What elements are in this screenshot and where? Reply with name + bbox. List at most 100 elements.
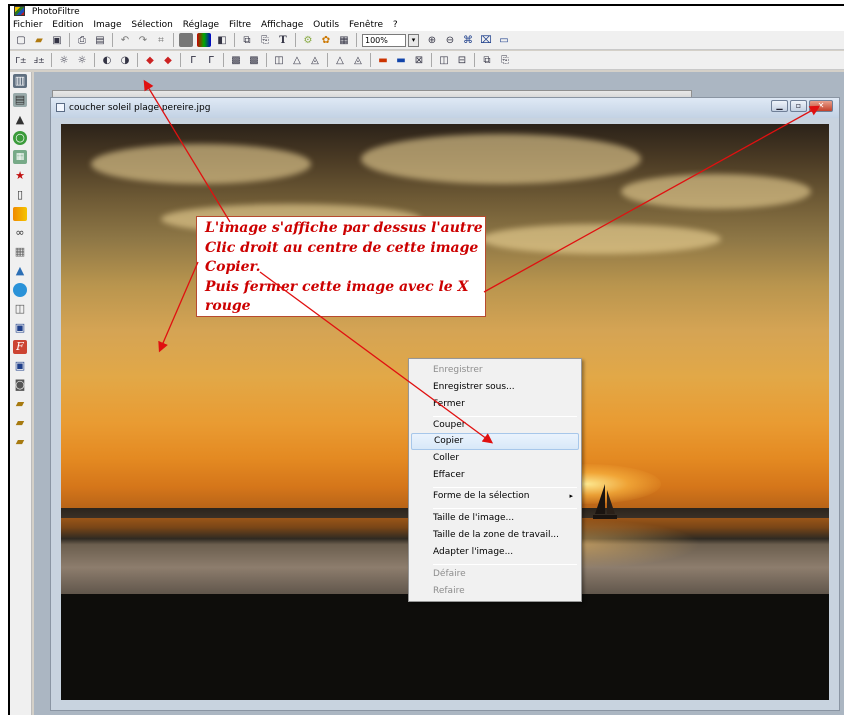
export-icon[interactable]: ◙: [13, 378, 27, 392]
toolbar-separator: [431, 53, 432, 67]
fit-icon[interactable]: ⌘: [461, 33, 475, 47]
toolbar-separator: [180, 53, 181, 67]
rgb-icon[interactable]: [197, 33, 211, 47]
menu-item-refaire[interactable]: Refaire: [411, 583, 579, 600]
fullscreen-icon[interactable]: ⌧: [479, 33, 493, 47]
blur-icon[interactable]: ◫: [272, 53, 286, 67]
saturation-plus-icon[interactable]: ◆: [161, 53, 175, 67]
contrast-minus-icon[interactable]: ◐: [100, 53, 114, 67]
frame-icon[interactable]: ◫: [13, 302, 27, 316]
grid-icon[interactable]: ▦: [13, 150, 27, 164]
color-b-icon[interactable]: ▬: [394, 53, 408, 67]
crop-icon[interactable]: ⌗: [154, 33, 168, 47]
gradient-icon[interactable]: [13, 207, 27, 221]
zoom-field[interactable]: 100%: [362, 33, 406, 47]
window-icon[interactable]: ▦: [337, 33, 351, 47]
mosaic-icon[interactable]: ▦: [13, 245, 27, 259]
plugin-icon[interactable]: ✿: [319, 33, 333, 47]
sharpen-icon[interactable]: △: [290, 53, 304, 67]
saturation-minus-icon[interactable]: ◆: [143, 53, 157, 67]
save-as-icon[interactable]: ▣: [13, 321, 27, 335]
menu-item-adapter-image[interactable]: Adapter l'image...: [411, 544, 579, 561]
batch-icon[interactable]: ▰: [13, 397, 27, 411]
duplicate-icon[interactable]: ⧉: [240, 33, 254, 47]
sphere-icon[interactable]: [13, 283, 27, 297]
redo-icon[interactable]: ↷: [136, 33, 150, 47]
effects-icon[interactable]: ⚙: [301, 33, 315, 47]
channels-icon[interactable]: ◧: [215, 33, 229, 47]
toolbar-separator: [474, 53, 475, 67]
sharpen-more-icon[interactable]: ◬: [308, 53, 322, 67]
zoom-in-icon[interactable]: ⊕: [425, 33, 439, 47]
menu-image[interactable]: Image: [93, 20, 121, 30]
image-window-titlebar[interactable]: coucher soleil plage pereire.jpg: [51, 98, 839, 118]
star-icon[interactable]: ★: [13, 169, 27, 183]
menu-reglage[interactable]: Réglage: [183, 20, 219, 30]
menu-item-forme-selection[interactable]: Forme de la sélection ▸: [411, 488, 579, 505]
page-icon[interactable]: ▯: [13, 188, 27, 202]
close-button[interactable]: ✕: [809, 100, 833, 112]
filter-a-icon[interactable]: ▩: [229, 53, 243, 67]
batch2-icon[interactable]: ▰: [13, 416, 27, 430]
auto-contrast-icon[interactable]: Ⅎ±: [32, 53, 46, 67]
minimize-button[interactable]: ▁: [771, 100, 788, 112]
flip-icon[interactable]: ◫: [437, 53, 451, 67]
mirror-icon[interactable]: ⊠: [412, 53, 426, 67]
undo-icon[interactable]: ↶: [118, 33, 132, 47]
color-a-icon[interactable]: ▬: [376, 53, 390, 67]
paste-icon-2[interactable]: ⎘: [498, 53, 512, 67]
soften-icon[interactable]: △: [333, 53, 347, 67]
menu-item-enregistrer-sous[interactable]: Enregistrer sous...: [411, 379, 579, 396]
font-icon[interactable]: F: [13, 340, 27, 354]
save-icon[interactable]: ▣: [50, 33, 64, 47]
chart-icon[interactable]: ▲: [13, 264, 27, 278]
menu-outils[interactable]: Outils: [313, 20, 339, 30]
gray-icon[interactable]: [179, 33, 193, 47]
paint-bucket-icon[interactable]: ▲: [13, 113, 27, 127]
menu-item-effacer[interactable]: Effacer: [411, 467, 579, 484]
filter-b-icon[interactable]: ▩: [247, 53, 261, 67]
menu-item-enregistrer[interactable]: Enregistrer: [411, 362, 579, 379]
menu-selection[interactable]: Sélection: [131, 20, 172, 30]
menu-item-fermer[interactable]: Fermer: [411, 396, 579, 413]
menu-edition[interactable]: Edition: [52, 20, 83, 30]
pattern-icon[interactable]: ∞: [13, 226, 27, 240]
palette-icon[interactable]: ▥: [13, 74, 27, 88]
new-icon[interactable]: ▢: [14, 33, 28, 47]
menu-item-taille-image[interactable]: Taille de l'image...: [411, 510, 579, 527]
image-list-icon[interactable]: ⧉: [480, 53, 494, 67]
chevron-down-icon[interactable]: ▾: [408, 33, 419, 47]
auto-level-icon[interactable]: Γ±: [14, 53, 28, 67]
zoom-out-icon[interactable]: ⊖: [443, 33, 457, 47]
menu-help[interactable]: ?: [393, 20, 398, 30]
globe-icon[interactable]: ○: [13, 131, 27, 145]
layer-icon[interactable]: ▤: [13, 93, 27, 107]
maximize-button[interactable]: ▫: [790, 100, 807, 112]
open-icon[interactable]: ▰: [32, 33, 46, 47]
paste-icon[interactable]: ⎘: [258, 33, 272, 47]
brightness-minus-icon[interactable]: ☼: [57, 53, 71, 67]
menu-fenetre[interactable]: Fenêtre: [349, 20, 383, 30]
menu-item-couper[interactable]: Couper: [411, 417, 579, 434]
gamma-plus-icon[interactable]: Γ: [204, 53, 218, 67]
brightness-plus-icon[interactable]: ☼: [75, 53, 89, 67]
contrast-plus-icon[interactable]: ◑: [118, 53, 132, 67]
rotate-icon[interactable]: ⊟: [455, 53, 469, 67]
menu-item-coller[interactable]: Coller: [411, 450, 579, 467]
menu-item-copier[interactable]: Copier: [411, 433, 579, 450]
sailboat-icon: [593, 484, 617, 519]
menu-item-taille-zone-travail[interactable]: Taille de la zone de travail...: [411, 527, 579, 544]
submenu-arrow-icon: ▸: [569, 492, 573, 500]
text-icon[interactable]: T: [276, 33, 290, 47]
html-icon[interactable]: ▣: [13, 359, 27, 373]
menu-filtre[interactable]: Filtre: [229, 20, 251, 30]
menu-item-defaire[interactable]: Défaire: [411, 566, 579, 583]
soften-more-icon[interactable]: ◬: [351, 53, 365, 67]
scan-icon[interactable]: ▤: [93, 33, 107, 47]
display-icon[interactable]: ▭: [497, 33, 511, 47]
print-icon[interactable]: ⎙: [75, 33, 89, 47]
menu-fichier[interactable]: Fichier: [13, 20, 42, 30]
menu-affichage[interactable]: Affichage: [261, 20, 303, 30]
gamma-minus-icon[interactable]: Γ: [186, 53, 200, 67]
batch3-icon[interactable]: ▰: [13, 435, 27, 449]
